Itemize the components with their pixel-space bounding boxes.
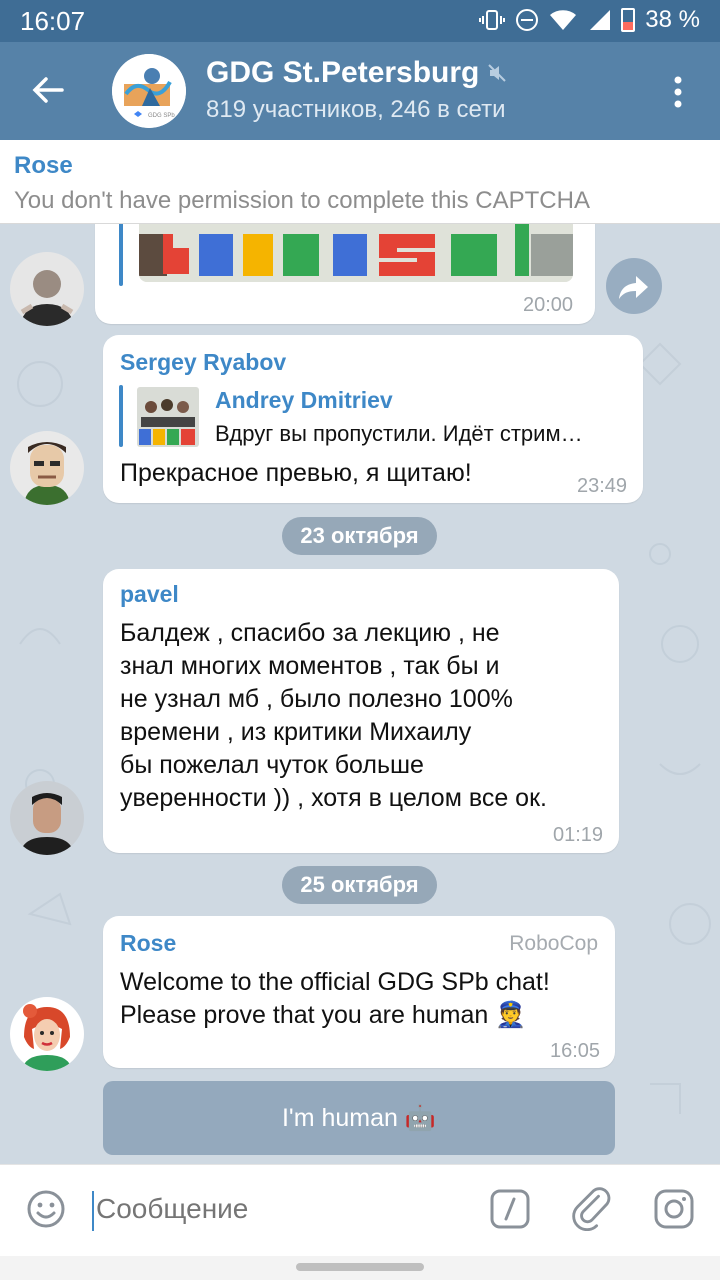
status-icons: 38 % [479,6,700,34]
home-gesture-pill[interactable] [296,1263,424,1271]
sender-name[interactable]: Rose [120,930,176,957]
message-line: времени , из критики Михаилу [120,718,472,746]
avatar[interactable] [10,252,84,326]
forward-accent-line [119,224,123,286]
message-line: бы пожелал чуток больше [120,751,424,779]
message-bubble[interactable]: 20:00 [95,224,595,324]
status-time: 16:07 [20,6,86,36]
reply-thumbnail [137,387,199,447]
signal-icon [590,10,611,30]
chat-subtitle: 819 участников, 246 в сети [206,96,506,123]
text-cursor [92,1191,94,1231]
date-separator: 23 октября [282,517,437,555]
battery-percent: 38 % [645,6,700,33]
message-text: Прекрасное превью, я щитаю! [120,459,472,487]
message-time: 01:19 [553,824,604,846]
arrow-left-icon[interactable] [28,70,68,110]
message-line: Please prove that you are human 👮 [120,1001,527,1029]
muted-speaker-icon [488,64,507,82]
message-input[interactable] [96,1193,457,1225]
chat-title-text: GDG St.Petersburg [206,56,480,89]
pinned-text: You don't have permission to complete th… [14,187,590,214]
sender-name[interactable]: pavel [120,581,179,608]
sender-name[interactable]: Sergey Ryabov [120,349,286,376]
avatar[interactable] [10,997,84,1071]
reply-preview[interactable]: Andrey Dmitriev Вдруг вы пропустили. Идё… [119,385,629,451]
share-button[interactable] [606,258,662,314]
date-separator: 25 октября [282,866,437,904]
message-line: не узнал мб , было полезно 100% [120,685,513,713]
avatar[interactable] [10,431,84,505]
message-time: 23:49 [577,475,628,497]
group-avatar[interactable]: GDG SPb [112,54,186,128]
svg-text:GDG SPb: GDG SPb [148,113,175,119]
message-bubble[interactable]: Sergey Ryabov Andrey Dmitriev Вдруг вы п… [103,335,643,503]
battery-icon [621,8,636,32]
message-time: 20:00 [523,294,574,316]
message-line: Балдеж , спасибо за лекцию , не [120,619,500,647]
message-text: Welcome to the official GDG SPb chat! Pl… [120,966,550,1032]
message-line: уверенности )) , хотя в целом все ок. [120,784,547,812]
message-time: 16:05 [550,1040,601,1062]
vibrate-icon [479,10,506,30]
reply-author: Andrey Dmitriev [215,387,393,413]
message-bubble[interactable]: pavel Балдеж , спасибо за лекцию , не зн… [103,569,619,853]
bot-command-icon[interactable] [490,1189,530,1229]
message-line: Welcome to the official GDG SPb chat! [120,968,550,996]
message-line: знал многих моментов , так бы и [120,652,500,680]
avatar[interactable] [10,781,84,855]
reply-accent-line [119,385,123,447]
emoji-icon[interactable] [26,1189,66,1229]
message-composer [0,1164,720,1256]
admin-badge: RoboCop [509,932,598,955]
chat-header: GDG SPb GDG St.Petersburg 819 участников… [0,42,720,140]
pinned-message[interactable]: Rose You don't have permission to comple… [0,140,720,224]
reply-text: Вдруг вы пропустили. Идёт стрим… [215,421,583,446]
camera-icon[interactable] [654,1189,694,1229]
more-vertical-icon[interactable] [664,72,692,112]
im-human-button[interactable]: I'm human 🤖 [103,1081,615,1155]
message-list[interactable]: 20:00 Sergey Ryabov Andrey Dmitriev Вдру… [0,224,720,1164]
status-bar: 16:07 38 % [0,0,720,42]
wifi-icon [550,10,577,30]
share-arrow-icon [619,276,648,299]
chat-title[interactable]: GDG St.Petersburg [206,56,507,90]
message-text: Балдеж , спасибо за лекцию , не знал мно… [120,617,547,815]
system-nav-bar [0,1256,720,1280]
message-bubble[interactable]: Rose RoboCop Welcome to the official GDG… [103,916,615,1068]
forwarded-image[interactable] [139,224,573,282]
do-not-disturb-icon [516,9,539,31]
pinned-sender: Rose [14,152,73,179]
paperclip-icon[interactable] [572,1187,612,1231]
